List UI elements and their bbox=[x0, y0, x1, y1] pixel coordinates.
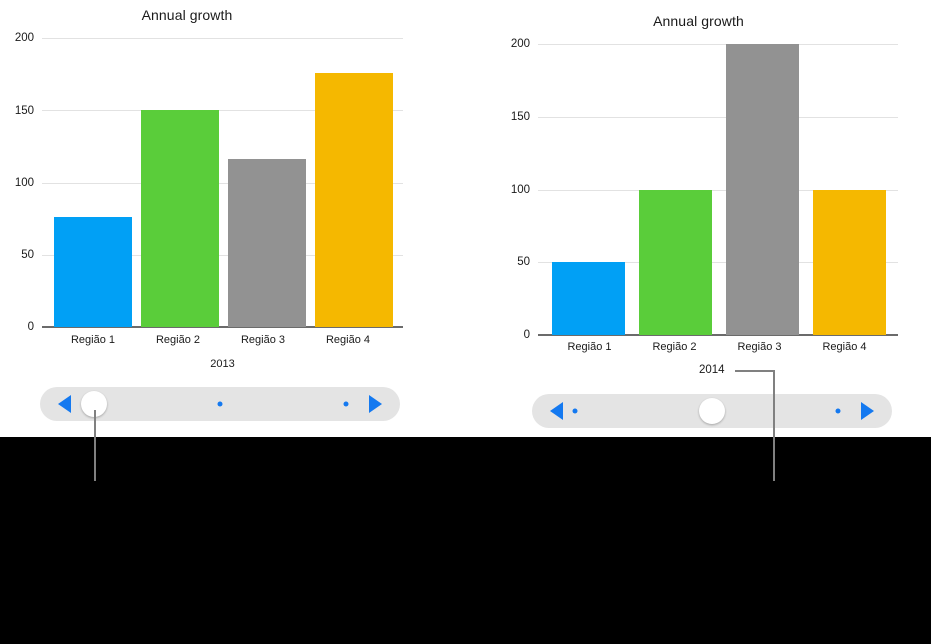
y-axis-tick-100-right: 100 bbox=[510, 184, 530, 196]
callout-leader-horizontal-2014 bbox=[735, 370, 775, 372]
slider-next-arrow-icon-right[interactable] bbox=[861, 402, 874, 420]
bar-regiao-2-left[interactable] bbox=[141, 110, 219, 327]
chart-panel-2013: Annual growth 200 150 100 50 0 Região 1 … bbox=[0, 0, 466, 437]
chart-title-right: Annual growth bbox=[653, 13, 744, 29]
slider-dot-2-left[interactable] bbox=[343, 401, 349, 407]
y-axis-tick-150-left: 150 bbox=[14, 105, 34, 117]
y-axis-tick-200-right: 200 bbox=[510, 38, 530, 50]
bar-regiao-2-right[interactable] bbox=[639, 190, 712, 335]
bar-regiao-4-right[interactable] bbox=[813, 190, 886, 335]
y-axis-tick-0-right: 0 bbox=[523, 329, 530, 341]
bar-regiao-1-left[interactable] bbox=[54, 217, 132, 327]
gridline-200-left bbox=[42, 38, 403, 39]
y-axis-tick-150-right: 150 bbox=[510, 111, 530, 123]
callout-leader-vertical-left-slider bbox=[94, 410, 96, 481]
charts-canvas: Annual growth 200 150 100 50 0 Região 1 … bbox=[0, 0, 931, 437]
callout-label-2014: 2014 bbox=[699, 364, 725, 376]
gridline-150-right bbox=[538, 117, 898, 118]
y-axis-tick-200-left: 200 bbox=[14, 32, 34, 44]
y-axis-tick-100-left: 100 bbox=[14, 177, 34, 189]
bar-regiao-3-left[interactable] bbox=[228, 159, 306, 327]
slider-previous-arrow-icon-left[interactable] bbox=[58, 395, 71, 413]
slider-knob-right[interactable] bbox=[699, 398, 725, 424]
bar-regiao-1-right[interactable] bbox=[552, 262, 625, 335]
slider-dot-1-left[interactable] bbox=[217, 401, 223, 407]
slider-dot-2-right[interactable] bbox=[835, 408, 841, 414]
slider-dot-1-right[interactable] bbox=[572, 408, 578, 414]
gridline-200-right bbox=[538, 44, 898, 45]
plot-area-left bbox=[42, 38, 403, 328]
slider-next-arrow-icon-left[interactable] bbox=[369, 395, 382, 413]
bar-regiao-3-right[interactable] bbox=[726, 44, 799, 335]
y-axis-tick-50-right: 50 bbox=[517, 256, 530, 268]
x-axis-title-left: 2013 bbox=[210, 358, 235, 370]
y-axis-tick-0-left: 0 bbox=[27, 321, 34, 333]
plot-area-right bbox=[538, 44, 898, 336]
callout-leader-vertical-2014 bbox=[773, 370, 775, 481]
bar-regiao-4-left[interactable] bbox=[315, 73, 393, 327]
x-axis-label-regiao-4-right: Região 4 bbox=[822, 341, 867, 353]
year-slider-right[interactable] bbox=[532, 394, 892, 428]
slider-previous-arrow-icon-right[interactable] bbox=[550, 402, 563, 420]
x-axis-label-regiao-4-left: Região 4 bbox=[325, 334, 371, 346]
screenshot-stage: Annual growth 200 150 100 50 0 Região 1 … bbox=[0, 0, 931, 644]
y-axis-tick-50-left: 50 bbox=[21, 249, 34, 261]
chart-title-left: Annual growth bbox=[141, 7, 233, 23]
